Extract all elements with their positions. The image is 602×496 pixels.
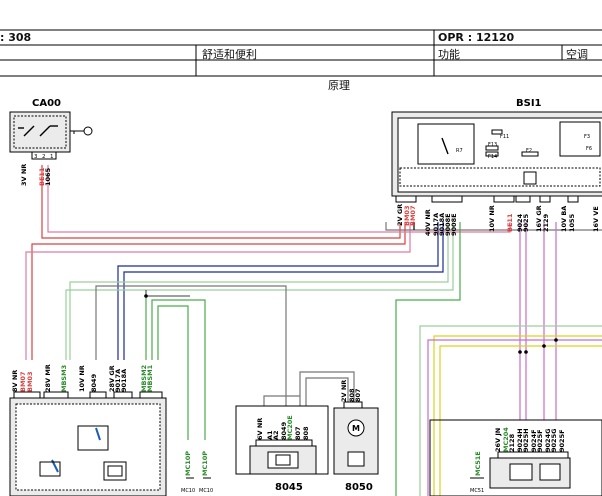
ca00-wire-1065: 1065 xyxy=(44,167,52,186)
left-conn-d xyxy=(113,391,133,399)
bsi1-label-r7: R7 xyxy=(456,148,463,154)
bsi1-label-f2: F2 xyxy=(526,148,532,154)
mc10p-label-a: MC10P xyxy=(184,451,192,476)
wire-blue-9018a xyxy=(123,222,444,360)
left-module: 8V NR BM07 BM03 28V MR MBSM3 10V NR 8049… xyxy=(9,364,167,496)
ca00-component: CA00 3 2 1 3V NR BE11 1065 xyxy=(9,98,93,186)
bsi1-label-f3: F3 xyxy=(584,134,590,140)
left-conn-b xyxy=(43,391,69,399)
bsi1-conn-nr10 xyxy=(493,195,515,203)
wire-red-bsi-bm03 xyxy=(31,222,406,360)
m8050-title: 8050 xyxy=(345,482,373,493)
left-label-10vnr: 10V NR xyxy=(78,365,86,392)
m8050-wire-807: 807 xyxy=(354,388,362,402)
bsi1-conn-ba xyxy=(567,195,579,203)
ca00-pin-1: 1 xyxy=(50,154,54,160)
ca00-body xyxy=(9,111,71,153)
m8045-wire-807: 807 xyxy=(294,426,302,440)
bsi1-label-f11: F11 xyxy=(500,134,509,140)
left-label-28vmr: 28V MR xyxy=(44,364,52,392)
left-wire-8049: 8049 xyxy=(90,373,98,392)
bsi1-wire-2129: 2129 xyxy=(542,213,550,232)
m8045-panel-icon xyxy=(267,451,299,469)
mc10-label-b: MC10 xyxy=(199,488,213,494)
wire-pink-bsi-bm07 xyxy=(25,222,411,360)
left-module-inner xyxy=(15,403,161,491)
module-8045: 6V NR A1 A2 8049 MC20E 807 808 8045 xyxy=(235,405,329,493)
bsi1-label-10vnr: 10V NR xyxy=(488,205,496,232)
wire-red-ca00 xyxy=(41,165,401,239)
bsi1-component: BSI1 R7 F11 F13 F14 F2 F3 F6 2V GR BM03 … xyxy=(391,98,602,236)
bsi1-title: BSI1 xyxy=(516,98,542,109)
right-conn xyxy=(497,451,569,459)
right-wire-9025f-b: 9025F xyxy=(558,429,566,452)
right-label-26vjn: 26V JN xyxy=(494,428,502,452)
m8050-label: 2V NR xyxy=(340,380,348,402)
right-wire-2128: 2128 xyxy=(508,433,516,452)
bsi1-label-40vnr: 40V NR xyxy=(424,209,432,236)
bsi1-label-f6: F6 xyxy=(586,146,592,152)
bsi1-label-10vba: 10V BA xyxy=(560,206,568,232)
bsi1-wire-9008e-b: 9008E xyxy=(450,213,458,236)
left-conn-e xyxy=(139,391,163,399)
bsi1-label-16vve: 16V VE xyxy=(592,206,600,232)
bsi1-wire-9025: 9025 xyxy=(522,213,530,232)
wire-grey-m1 xyxy=(263,395,300,406)
right-wire-9025h: 9025H xyxy=(522,428,530,452)
left-wire-bm03: BM03 xyxy=(26,372,34,392)
ca00-wire-label: 3V NR xyxy=(20,164,28,186)
bsi1-wire-1055: 1055 xyxy=(568,213,576,232)
m8045-conn xyxy=(255,439,313,447)
mc10-label-a: MC10 xyxy=(181,488,195,494)
right-wire-9025f: 9025F xyxy=(536,429,544,452)
left-wire-mbsm1: MBSM1 xyxy=(146,364,154,392)
bsi1-conn-gr16 xyxy=(539,195,551,203)
m8045-label: 6V NR xyxy=(256,418,264,440)
right-module: MC51E MC51 26V JN MC204 2128 9024H 9025H… xyxy=(429,419,602,496)
ca00-title: CA00 xyxy=(32,98,61,109)
left-conn-c xyxy=(89,391,107,399)
mc10p-label-b: MC10P xyxy=(201,451,209,476)
m8045-title: 8045 xyxy=(275,482,303,493)
ca00-pin-3: 3 xyxy=(34,154,38,160)
m8045-wire-808: 808 xyxy=(302,426,310,440)
left-label-8vnr: 8V NR xyxy=(11,370,19,392)
junction-dots xyxy=(144,294,558,354)
m8045-wire-mc20e: MC20E xyxy=(286,415,294,440)
right-wire-mc51e: MC51E xyxy=(474,451,482,476)
left-conn-a xyxy=(13,391,41,399)
ca00-pin-2: 2 xyxy=(42,154,46,160)
m8050-sensor-icon xyxy=(347,451,365,467)
mc51-label: MC51 xyxy=(470,488,484,494)
mc10-labels: MC10P MC10P MC10 MC10 xyxy=(181,451,213,494)
bsi1-conn-gr xyxy=(395,195,417,203)
motor-icon-letter: M xyxy=(352,424,360,433)
left-wire-9018a: 9018A xyxy=(120,369,128,392)
bsi1-label-f13: F13 xyxy=(488,142,497,148)
wiring-diagram: CA00 3 2 1 3V NR BE11 1065 BSI1 R7 F11 F… xyxy=(9,98,602,496)
bsi1-wire-be11: BE11 xyxy=(506,213,514,232)
bsi1-conn-band xyxy=(399,167,601,187)
wire-black-link xyxy=(145,290,190,297)
key-icon xyxy=(70,126,93,136)
module-8050: 2V NR 808 807 M 8050 xyxy=(333,380,379,493)
bsi1-conn-mid xyxy=(515,195,531,203)
right-panel-icon xyxy=(509,463,533,481)
m8045-wire-a2: A2 xyxy=(272,430,280,440)
m8050-conn xyxy=(343,401,363,409)
left-wire-mbsm3: MBSM3 xyxy=(60,365,68,392)
wire-blue-9017a xyxy=(117,222,439,360)
bsi1-wire-bm07: BM07 xyxy=(409,206,417,226)
wire-green-9008e-a xyxy=(69,222,449,360)
right-sensor-icon xyxy=(539,463,561,481)
right-wire-9025g: 9025G xyxy=(550,429,558,452)
bsi1-label-f14: F14 xyxy=(488,154,497,160)
bsi1-conn-nr40 xyxy=(431,195,463,203)
